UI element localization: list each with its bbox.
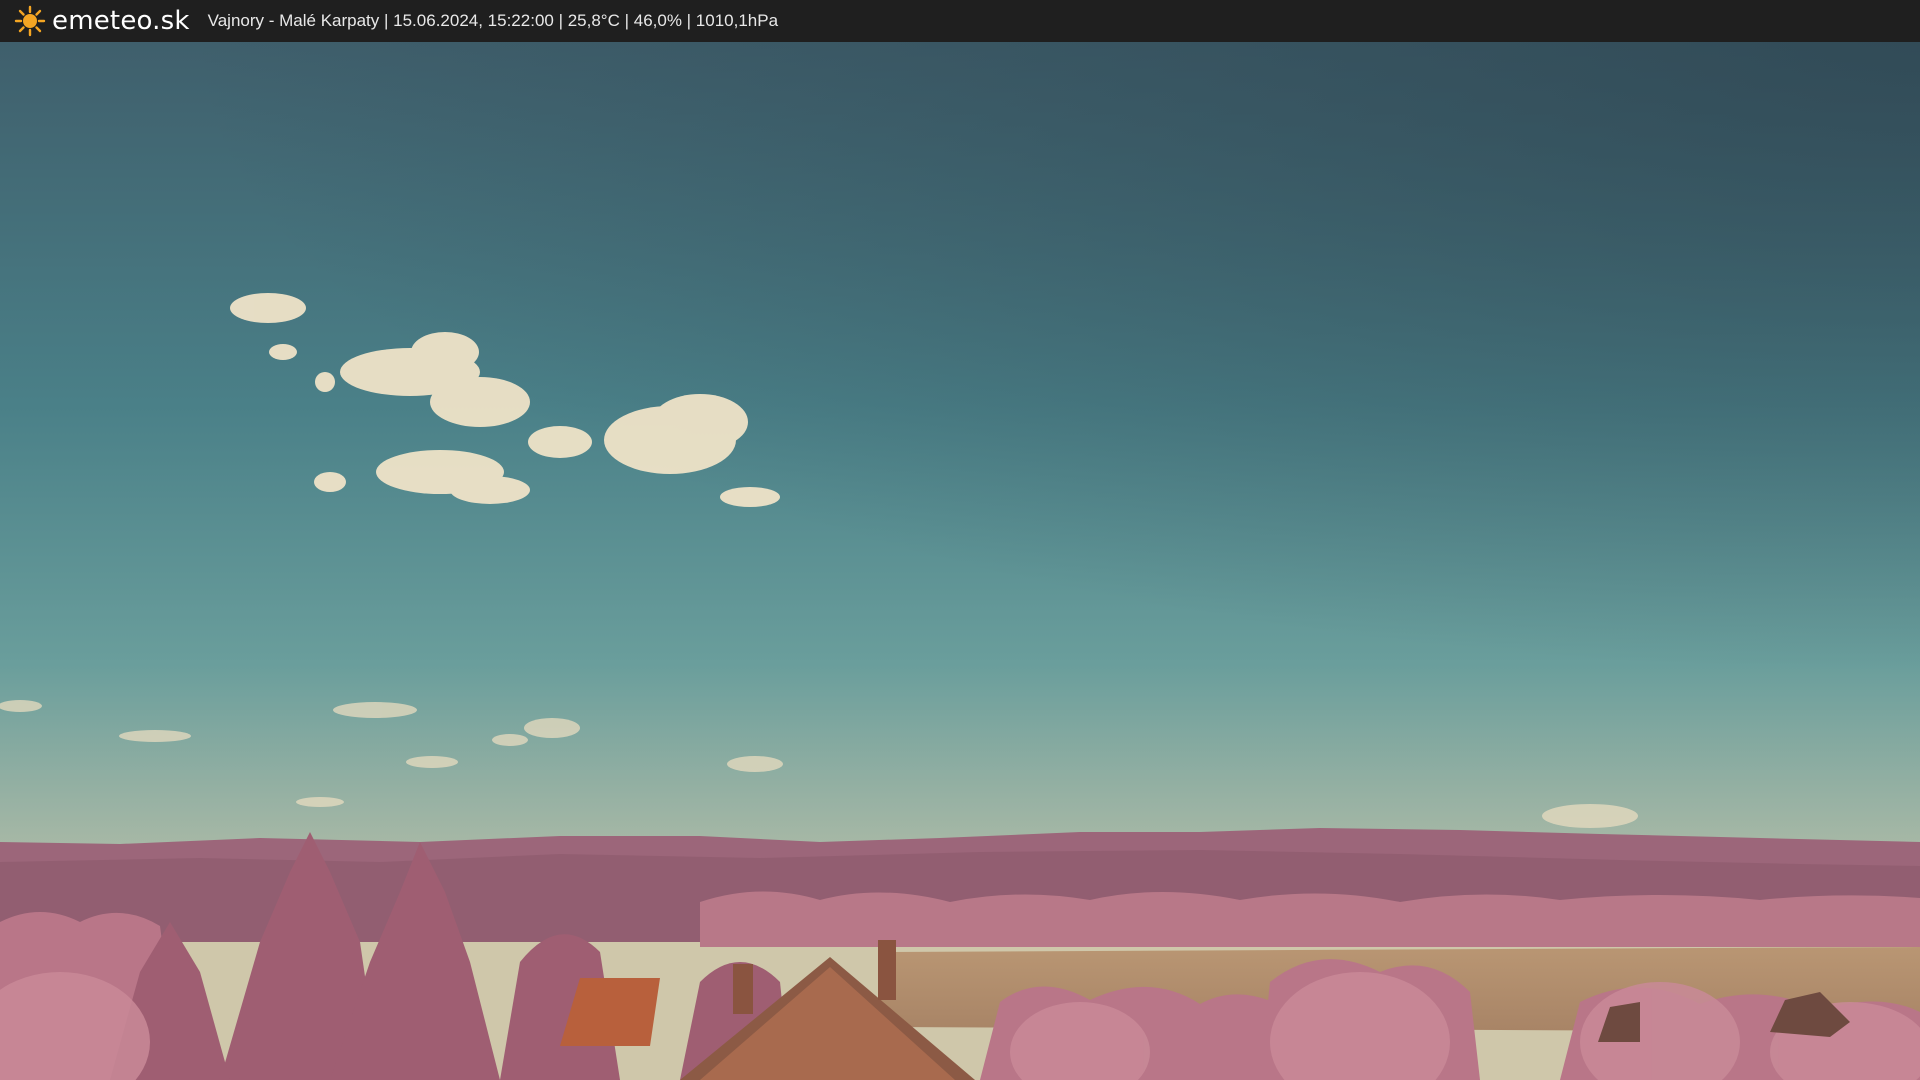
webcam-landscape	[0, 42, 1920, 1080]
webcam-image	[0, 42, 1920, 1080]
brand-name: emeteo.sk	[52, 6, 190, 36]
top-bar: emeteo.sk Vajnory - Malé Karpaty | 15.06…	[0, 0, 1920, 42]
sun-icon	[14, 5, 46, 37]
webcam-caption: Vajnory - Malé Karpaty | 15.06.2024, 15:…	[207, 11, 779, 30]
brand[interactable]: emeteo.sk	[14, 5, 190, 37]
